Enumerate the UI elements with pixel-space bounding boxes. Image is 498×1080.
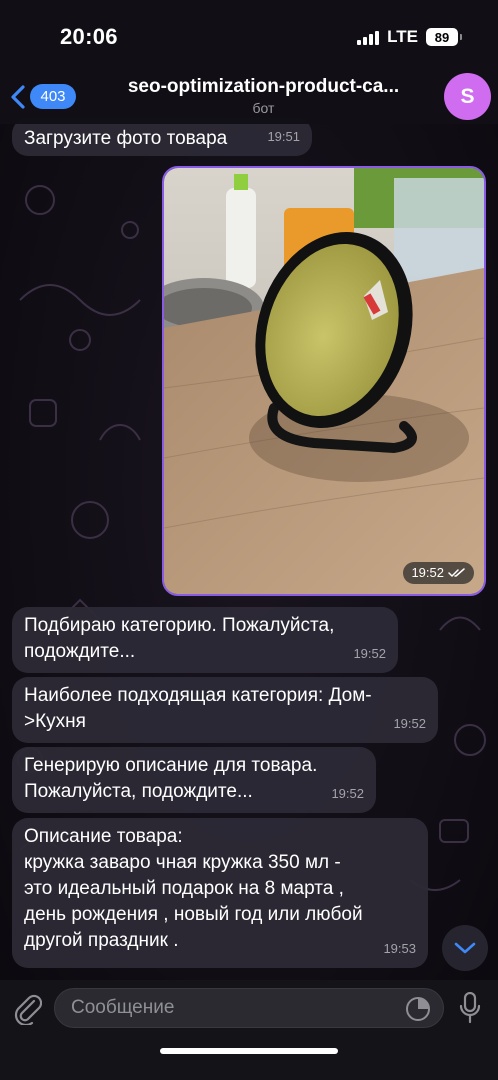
- paperclip-icon[interactable]: [12, 991, 42, 1025]
- microphone-icon[interactable]: [458, 992, 482, 1024]
- message-time: 19:52: [331, 786, 364, 801]
- double-check-icon: [448, 568, 465, 577]
- home-indicator: [160, 1048, 338, 1054]
- avatar[interactable]: S: [444, 73, 491, 120]
- chat-title[interactable]: seo-optimization-product-ca...: [96, 76, 431, 98]
- message-bubble[interactable]: Описание товара: кружка заваро чная круж…: [12, 818, 428, 968]
- message-bubble[interactable]: Подбираю категорию. Пожалуйста, подождит…: [12, 607, 398, 673]
- chevron-down-icon: [454, 942, 476, 954]
- message-text: Подбираю категорию. Пожалуйста, подождит…: [24, 615, 335, 662]
- message-time: 19:53: [383, 941, 416, 956]
- message-time: 19:51: [267, 129, 300, 144]
- message-input[interactable]: [71, 989, 391, 1027]
- network-label: LTE: [387, 27, 418, 46]
- message-bubble[interactable]: Наиболее подходящая категория: Дом- >Кух…: [12, 677, 438, 743]
- message-composer: [0, 980, 498, 1080]
- chat-subtitle: бот: [252, 100, 275, 116]
- message-time: 19:52: [393, 716, 426, 731]
- message-time: 19:52: [411, 565, 444, 580]
- chevron-left-icon[interactable]: [8, 84, 28, 110]
- message-text: Описание товара: кружка заваро чная круж…: [24, 826, 363, 951]
- product-photo: [164, 168, 484, 594]
- battery-icon: 89: [426, 28, 462, 46]
- sticker-icon[interactable]: [405, 996, 431, 1022]
- back-unread-badge[interactable]: 403: [30, 84, 76, 109]
- chat-header: 20:06 LTE 89 403 seo-optimization-produc…: [0, 0, 498, 124]
- message-input-container[interactable]: [54, 988, 444, 1028]
- status-time: 20:06: [60, 24, 118, 49]
- message-text: Генерирую описание для товара. Пожалуйст…: [24, 755, 318, 802]
- status-indicators: LTE 89: [357, 26, 462, 48]
- photo-time-badge: 19:52: [403, 562, 474, 584]
- message-text: Загрузите фото товара: [24, 128, 228, 149]
- photo-message[interactable]: 19:52: [162, 166, 486, 596]
- message-time: 19:52: [353, 646, 386, 661]
- message-text: Наиболее подходящая категория: Дом- >Кух…: [24, 685, 372, 732]
- scroll-to-bottom-button[interactable]: [442, 925, 488, 971]
- signal-icon: [357, 29, 380, 45]
- message-bubble[interactable]: Генерирую описание для товара. Пожалуйст…: [12, 747, 376, 813]
